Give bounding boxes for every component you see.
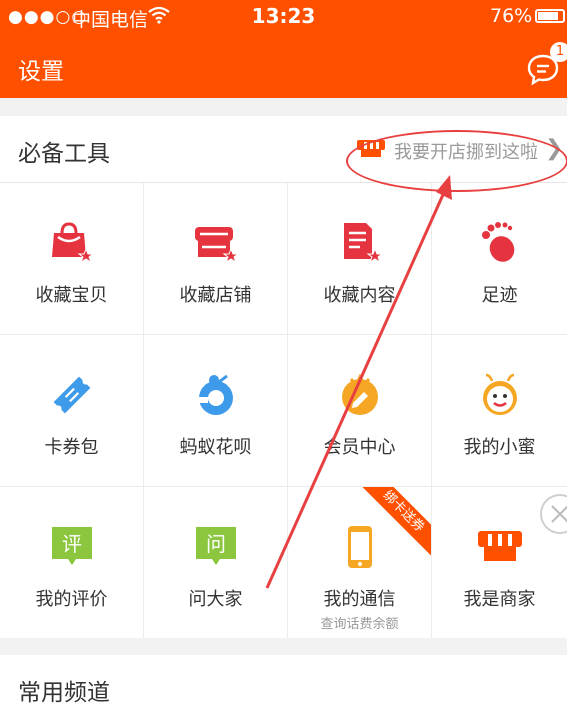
app-header: 设置 (0, 34, 567, 98)
tools-grid: 收藏宝贝 收藏店铺 收藏内容 足迹 卡券包 蚂蚁花呗 会员中心 我的小蜜 评 我… (0, 183, 567, 638)
grid-item-label: 问大家 (188, 589, 243, 610)
grid-item-label: 蚂蚁花呗 (179, 437, 252, 458)
grid-item-label: 收藏宝贝 (35, 285, 108, 306)
annotation-ellipse (346, 130, 567, 192)
grid-item-label: 我是商家 (463, 589, 536, 610)
floating-close-button[interactable] (540, 494, 567, 534)
grid-item-favorite-items[interactable]: 收藏宝贝 (0, 183, 144, 335)
grid-item-member-center[interactable]: 会员中心 (288, 335, 432, 487)
status-bar: ●●●○○ 中国电信 13:23 76% (0, 0, 567, 34)
review-glyph: 评 (62, 532, 82, 556)
grid-item-huabei[interactable]: 蚂蚁花呗 (144, 335, 288, 487)
ask-glyph: 问 (206, 532, 226, 556)
battery-icon (535, 9, 565, 23)
clock: 13:23 (251, 4, 316, 28)
grid-item-footprints[interactable]: 足迹 (432, 183, 567, 335)
grid-item-my-reviews[interactable]: 评 我的评价 (0, 487, 144, 638)
grid-item-label: 我的小蜜 (463, 437, 536, 458)
ticket-icon (53, 376, 90, 414)
grid-item-sublabel: 查询话费余额 (320, 617, 399, 632)
grid-item-label: 收藏内容 (323, 285, 396, 306)
message-badge: 1 (550, 42, 567, 62)
grid-item-label: 会员中心 (323, 437, 396, 458)
channels-section-title: 常用频道 (18, 680, 110, 706)
grid-item-coupons[interactable]: 卡券包 (0, 335, 144, 487)
grid-item-label: 收藏店铺 (179, 285, 252, 306)
tools-section-title: 必备工具 (18, 141, 110, 167)
shop-star-icon (194, 227, 239, 264)
grid-item-label: 我的评价 (35, 589, 108, 610)
grid-item-favorite-content[interactable]: 收藏内容 (288, 183, 432, 335)
ask-icon: 问 (195, 527, 236, 565)
member-icon (341, 373, 378, 415)
page-title[interactable]: 设置 (18, 52, 64, 86)
channels-section-header: 常用频道 (0, 655, 567, 708)
grid-item-label: 我的通信 (323, 589, 396, 610)
huabei-icon (197, 374, 233, 415)
grid-item-label: 足迹 (481, 285, 518, 306)
bag-star-icon (51, 222, 94, 264)
phone-icon (347, 526, 372, 568)
message-button[interactable]: 1 (526, 42, 567, 86)
grid-item-ask-everyone[interactable]: 问 问大家 (144, 487, 288, 638)
grid-item-my-telecom[interactable]: 绑卡送券 我的通信 查询话费余额 (288, 487, 432, 638)
close-icon (551, 505, 567, 523)
grid-item-assistant[interactable]: 我的小蜜 (432, 335, 567, 487)
grid-item-favorite-shops[interactable]: 收藏店铺 (144, 183, 288, 335)
battery-percent: 76% (490, 5, 533, 27)
xiaomi-face-icon (482, 373, 517, 415)
footprint-icon (481, 222, 514, 262)
doc-star-icon (343, 223, 383, 264)
seller-shop-icon (477, 531, 522, 561)
grid-item-label: 卡券包 (44, 437, 99, 458)
review-icon: 评 (51, 527, 92, 565)
